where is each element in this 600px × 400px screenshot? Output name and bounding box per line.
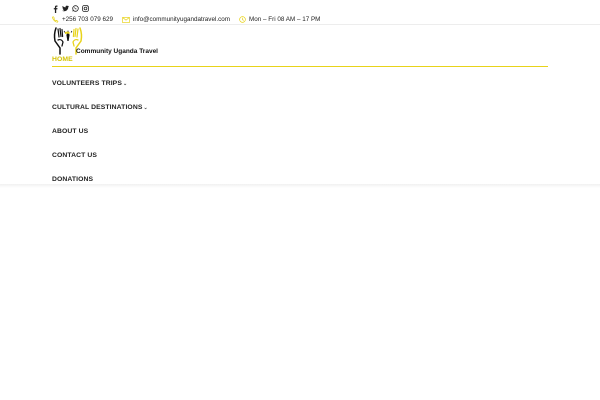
- instagram-icon[interactable]: [82, 5, 89, 13]
- envelope-icon: [122, 16, 130, 23]
- whatsapp-icon[interactable]: [72, 5, 79, 13]
- twitter-icon[interactable]: [62, 5, 69, 13]
- nav-item-home[interactable]: HOME: [52, 56, 73, 63]
- nav-item-label: CULTURAL DESTINATIONS: [52, 104, 143, 111]
- contact-info: +256 703 079 629 info@communityugandatra…: [52, 15, 329, 24]
- active-indicator: [52, 66, 548, 67]
- social-links: [52, 4, 89, 13]
- top-bar: +256 703 079 629 info@communityugandatra…: [0, 0, 600, 25]
- facebook-icon[interactable]: [52, 5, 59, 13]
- nav-item-volunteers-trips[interactable]: VOLUNTEERS TRIPS ⌄: [52, 80, 127, 87]
- phone-contact[interactable]: +256 703 079 629: [52, 16, 113, 23]
- email-contact[interactable]: info@communityugandatravel.com: [122, 16, 230, 23]
- hours-contact: Mon – Fri 08 AM – 17 PM: [239, 16, 320, 23]
- nav-item-donations[interactable]: DONATIONS: [52, 176, 93, 183]
- nav-item-cultural-destinations[interactable]: CULTURAL DESTINATIONS ⌄: [52, 104, 148, 111]
- nav-item-label: HOME: [52, 56, 73, 63]
- nav-item-label: ABOUT US: [52, 128, 89, 135]
- phone-icon: [52, 16, 59, 23]
- email-address: info@communityugandatravel.com: [132, 16, 230, 23]
- nav-item-label: CONTACT US: [52, 152, 98, 159]
- phone-number: +256 703 079 629: [62, 16, 113, 23]
- brand-name[interactable]: Community Uganda Travel: [76, 48, 158, 55]
- clock-icon: [239, 16, 246, 23]
- nav-item-contact-us[interactable]: CONTACT US: [52, 152, 97, 159]
- opening-hours: Mon – Fri 08 AM – 17 PM: [249, 16, 321, 23]
- nav-item-about-us[interactable]: ABOUT US: [52, 128, 88, 135]
- header-shadow: [0, 184, 600, 188]
- chevron-down-icon: ⌄: [143, 104, 148, 111]
- chevron-down-icon: ⌄: [122, 80, 128, 87]
- nav-item-label: VOLUNTEERS TRIPS: [52, 80, 122, 87]
- nav-item-label: DONATIONS: [52, 176, 94, 183]
